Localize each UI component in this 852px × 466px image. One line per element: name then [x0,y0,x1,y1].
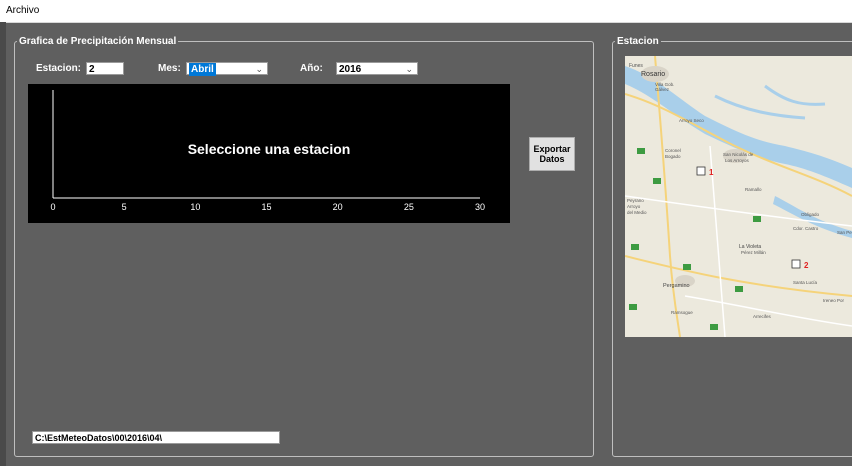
anio-select[interactable]: 2016 ⌄ [336,62,418,75]
svg-text:2: 2 [804,261,809,270]
svg-text:Pergamino: Pergamino [663,283,690,289]
svg-text:Ramallo: Ramallo [745,187,762,192]
svg-text:Cdor. Castro: Cdor. Castro [793,226,819,231]
svg-text:San Nicolás de: San Nicolás de [723,152,754,157]
menu-bar: Archivo [0,0,852,23]
chart-x-tick-label: 25 [404,202,414,212]
svg-text:Pérez Millán: Pérez Millán [741,250,766,255]
svg-text:Arrecifes: Arrecifes [753,314,772,319]
svg-text:Coronel: Coronel [665,148,681,153]
estacion-label: Estacion: [36,63,82,74]
svg-text:del Medio: del Medio [627,210,647,215]
estacion-input[interactable]: 2 [86,62,124,75]
chevron-down-icon[interactable]: ⌄ [405,63,413,76]
anio-label: Año: [300,63,323,74]
window-edge [0,22,6,466]
svg-text:Ireneo Por: Ireneo Por [823,298,845,303]
svg-text:Funes: Funes [629,63,643,69]
svg-text:Los Arroyos: Los Arroyos [725,158,750,163]
anio-selected-value: 2016 [339,64,362,75]
chart-x-tick-label: 5 [122,202,127,212]
station-map[interactable]: Funes Rosario Villa Gob. Gálvez Arroyo S… [625,56,852,337]
menu-archivo[interactable]: Archivo [6,5,39,16]
mes-label: Mes: [158,63,181,74]
chart-message: Seleccione una estacion [187,141,351,157]
map-graphic: Funes Rosario Villa Gob. Gálvez Arroyo S… [625,56,852,337]
svg-text:Rosario: Rosario [641,71,665,78]
svg-text:Obligado: Obligado [801,212,820,217]
grafica-group-title: Grafica de Precipitación Mensual [19,36,177,47]
export-data-button[interactable]: Exportar Datos [529,137,575,171]
svg-text:Arroyo Seco: Arroyo Seco [679,118,704,123]
svg-text:Arroyo: Arroyo [627,204,641,209]
chevron-down-icon[interactable]: ⌄ [255,63,263,76]
svg-text:San Pe: San Pe [837,230,852,235]
svg-text:Santa Lucía: Santa Lucía [793,280,818,285]
precipitation-chart: 0 5 10 15 20 25 30 Seleccione una estacion [28,84,510,223]
chart-x-tick-label: 15 [261,202,271,212]
mes-selected-value: Abril [189,63,216,76]
svg-text:Ramsogue: Ramsogue [671,310,693,315]
svg-text:Bogado: Bogado [665,154,681,159]
svg-text:Peyrano: Peyrano [627,198,644,203]
svg-text:1: 1 [709,168,714,177]
data-path-field[interactable]: C:\EstMeteoDatos\00\2016\04\ [32,431,280,444]
mes-select[interactable]: Abril ⌄ [186,62,268,76]
chart-x-tick-label: 30 [475,202,485,212]
estacion-group-title: Estacion [617,36,659,47]
svg-text:Gálvez: Gálvez [655,87,670,92]
chart-x-tick-label: 10 [190,202,200,212]
chart-x-tick-label: 0 [50,202,55,212]
chart-x-tick-label: 20 [333,202,343,212]
export-button-label: Exportar Datos [533,144,571,164]
